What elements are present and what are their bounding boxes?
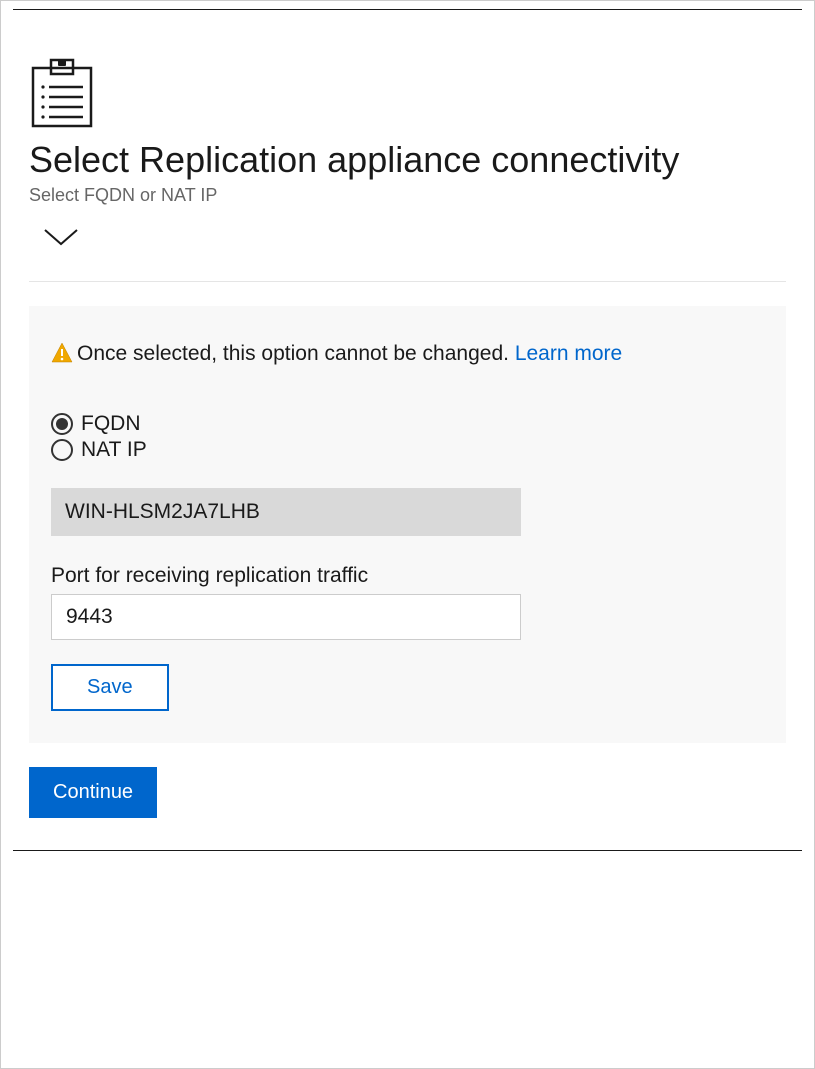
form-panel: Once selected, this option cannot be cha… [29,306,786,743]
warning-message: Once selected, this option cannot be cha… [51,338,764,370]
hostname-field: WIN-HLSM2JA7LHB [51,488,521,536]
chevron-down-icon[interactable] [41,224,81,253]
radio-natip-label: NAT IP [81,438,147,462]
port-field-label: Port for receiving replication traffic [51,564,764,588]
connectivity-radio-group: FQDN NAT IP [51,412,764,462]
page-title: Select Replication appliance connectivit… [29,138,786,181]
radio-natip-indicator [51,439,73,461]
warning-text-content: Once selected, this option cannot be cha… [77,342,515,365]
radio-fqdn[interactable]: FQDN [51,412,764,436]
clipboard-icon [29,58,786,130]
radio-natip[interactable]: NAT IP [51,438,764,462]
port-input[interactable] [51,594,521,640]
warning-icon [51,342,73,369]
learn-more-link[interactable]: Learn more [515,342,622,365]
bottom-divider [13,850,802,851]
radio-fqdn-indicator [51,413,73,435]
main-container: Select Replication appliance connectivit… [1,10,814,842]
continue-button[interactable]: Continue [29,767,157,818]
warning-text: Once selected, this option cannot be cha… [77,338,622,370]
radio-fqdn-label: FQDN [81,412,141,436]
section-divider [29,281,786,282]
page-subtitle: Select FQDN or NAT IP [29,185,786,206]
save-button[interactable]: Save [51,664,169,711]
